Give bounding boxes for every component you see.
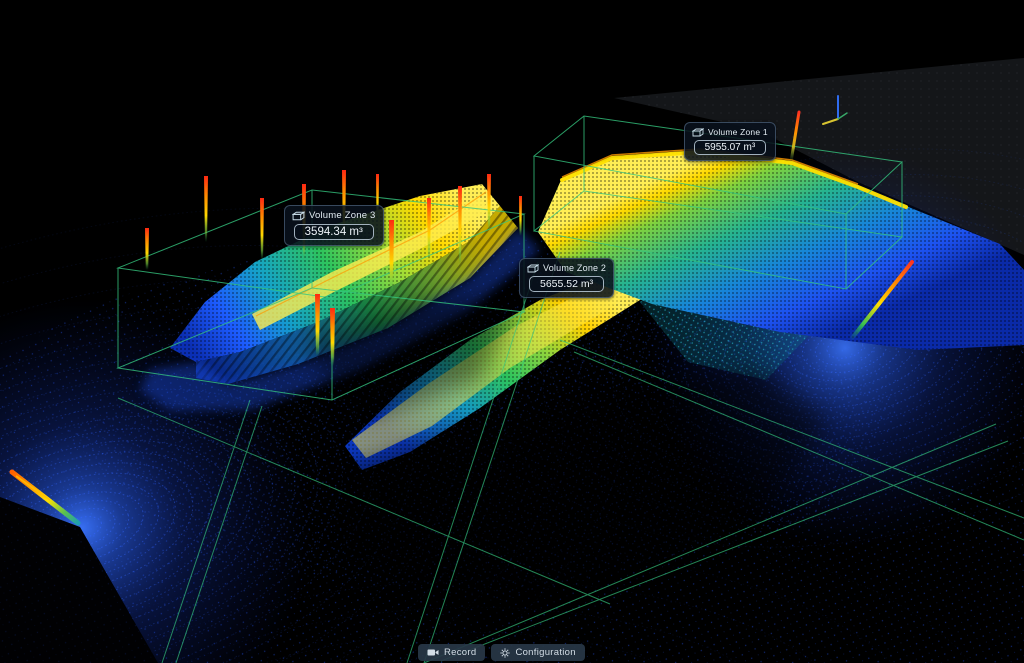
zone-name: Volume Zone 2 (543, 263, 606, 273)
volume-zone-2-label[interactable]: Volume Zone 2 5655.52 m³ (519, 258, 614, 298)
zone-volume-value: 5955.07 m³ (694, 140, 767, 155)
zone-volume-value: 5655.52 m³ (529, 276, 604, 292)
zone-label-header: Volume Zone 2 (527, 263, 606, 273)
bottom-toolbar: Record Configuration (418, 644, 585, 661)
configuration-button[interactable]: Configuration (491, 644, 584, 661)
gear-icon (500, 648, 510, 658)
record-button[interactable]: Record (418, 644, 485, 661)
zone-name: Volume Zone 1 (708, 127, 768, 137)
configuration-label: Configuration (515, 647, 575, 658)
app-window: Volume Zone 1 5955.07 m³ Volume Zone 2 5… (0, 0, 1024, 663)
volume-cube-icon (292, 211, 305, 221)
zone-name: Volume Zone 3 (309, 210, 376, 221)
volume-cube-icon (692, 128, 704, 137)
viewport-3d[interactable] (0, 0, 1024, 663)
zone-volume-value: 3594.34 m³ (294, 224, 374, 240)
zone-label-header: Volume Zone 1 (692, 127, 768, 137)
volume-zone-3-label[interactable]: Volume Zone 3 3594.34 m³ (284, 205, 384, 246)
volume-zone-1-label[interactable]: Volume Zone 1 5955.07 m³ (684, 122, 776, 161)
volume-cube-icon (527, 264, 539, 273)
record-label: Record (444, 647, 476, 658)
video-camera-icon (427, 648, 439, 657)
zone-label-header: Volume Zone 3 (292, 210, 376, 221)
